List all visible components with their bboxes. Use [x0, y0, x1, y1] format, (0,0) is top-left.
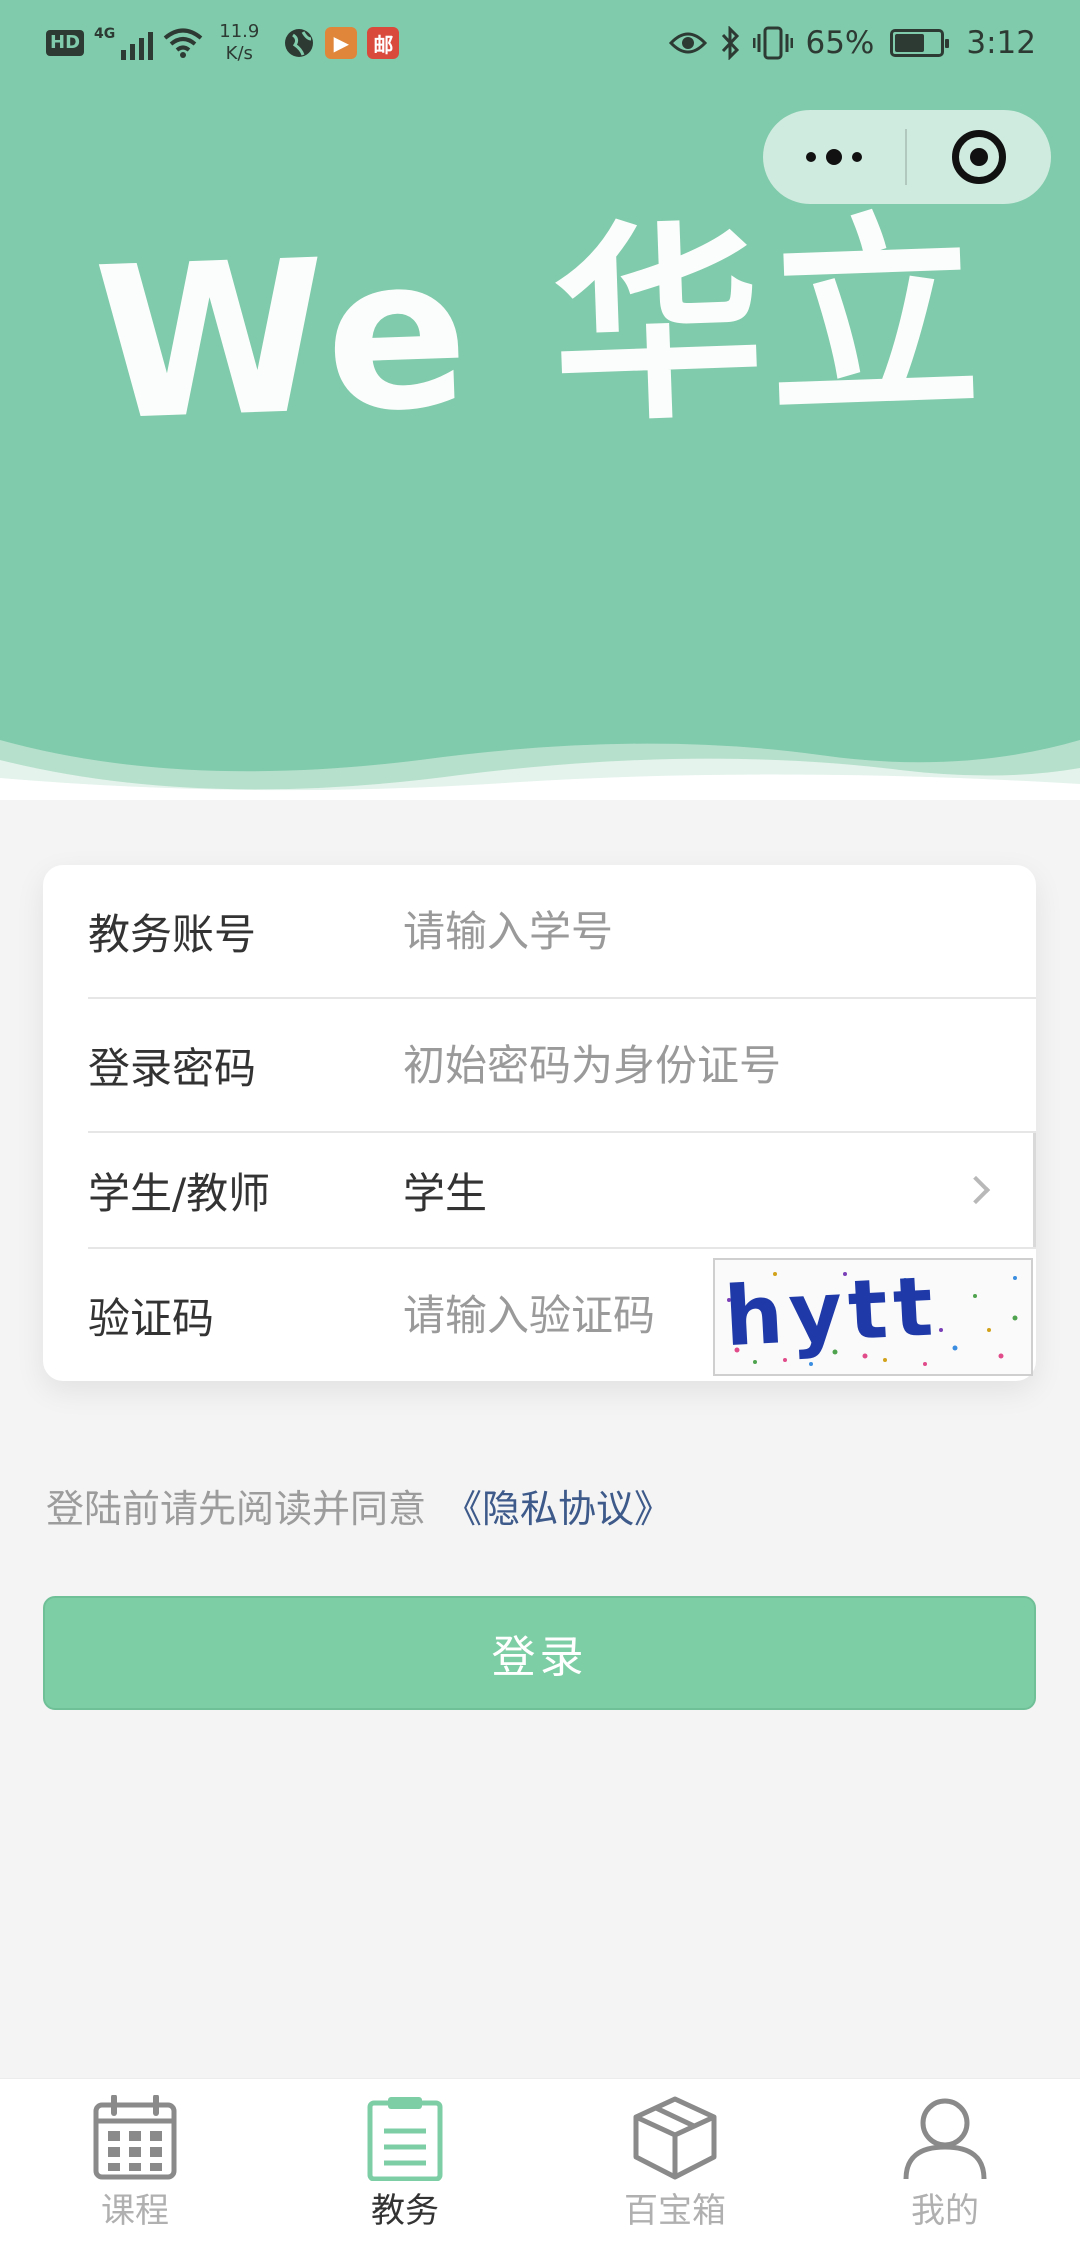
wifi-icon	[163, 28, 203, 58]
hd-indicator: HD	[46, 30, 85, 56]
captcha-input[interactable]	[403, 1290, 703, 1340]
eye-icon	[669, 32, 708, 54]
account-row: 教务账号	[43, 865, 1036, 997]
picker-edge	[1033, 1133, 1036, 1247]
tab-label: 百宝箱	[624, 2191, 726, 2231]
network-speed-value: 11.9	[219, 21, 260, 42]
login-form-card: 教务账号 登录密码 学生/教师 学生 验证码 hytt	[43, 865, 1036, 1381]
globe-icon	[285, 29, 314, 57]
battery-icon	[890, 29, 950, 57]
tab-toolbox[interactable]: 百宝箱	[540, 2079, 810, 2244]
vibrate-icon	[753, 26, 794, 60]
tab-label: 教务	[371, 2191, 439, 2231]
privacy-policy-link[interactable]: 《隐私协议》	[444, 1487, 672, 1531]
clipboard-icon	[360, 2093, 450, 2183]
captcha-text: hytt	[722, 1260, 941, 1365]
account-label: 教务账号	[88, 909, 257, 959]
password-label: 登录密码	[88, 1043, 257, 1093]
target-icon	[952, 130, 1006, 184]
clock: 3:12	[966, 25, 1036, 61]
network-speed-unit: K/s	[225, 43, 253, 64]
app-logo: We 华立	[91, 191, 989, 468]
tab-label: 我的	[911, 2191, 979, 2231]
tab-profile[interactable]: 我的	[810, 2079, 1080, 2244]
signal-icon: 4G	[94, 26, 154, 60]
tab-label: 课程	[101, 2191, 169, 2231]
network-speed: 11.9 K/s	[219, 21, 259, 65]
header-banner: HD 4G 11.9 K/s ▶ 邮 65% 3:12 We 华立	[0, 0, 1080, 800]
captcha-label: 验证码	[88, 1293, 215, 1343]
wave-decoration	[0, 740, 1080, 800]
video-app-icon: ▶	[325, 27, 358, 59]
privacy-agreement: 登陆前请先阅读并同意 《隐私协议》	[46, 1478, 672, 1533]
tab-courses[interactable]: 课程	[0, 2079, 270, 2244]
network-type-label: 4G	[94, 26, 116, 42]
password-row: 登录密码	[43, 999, 1036, 1131]
chevron-right-icon	[961, 1175, 991, 1205]
captcha-image[interactable]: hytt	[713, 1258, 1033, 1376]
tab-academic[interactable]: 教务	[270, 2079, 540, 2244]
role-label: 学生/教师	[88, 1168, 271, 1218]
calendar-icon	[90, 2093, 180, 2183]
status-bar: HD 4G 11.9 K/s ▶ 邮 65% 3:12	[0, 0, 1080, 86]
more-button[interactable]	[763, 110, 905, 204]
bluetooth-icon	[722, 26, 740, 60]
role-picker[interactable]: 学生/教师 学生	[43, 1133, 1036, 1247]
battery-percent: 65%	[805, 25, 875, 61]
close-miniprogram-button[interactable]	[907, 110, 1051, 204]
agreement-text: 登陆前请先阅读并同意	[46, 1487, 427, 1531]
role-value: 学生	[403, 1168, 488, 1218]
miniprogram-capsule	[763, 110, 1051, 204]
box-icon	[630, 2093, 720, 2183]
mail-app-icon: 邮	[367, 27, 400, 59]
login-button[interactable]: 登录	[43, 1596, 1036, 1710]
bottom-tab-bar: 课程 教务 百宝箱 我的	[0, 2078, 1080, 2244]
more-icon	[806, 152, 816, 162]
user-icon	[900, 2093, 990, 2183]
account-input[interactable]	[403, 906, 763, 956]
password-input[interactable]	[403, 1040, 903, 1090]
